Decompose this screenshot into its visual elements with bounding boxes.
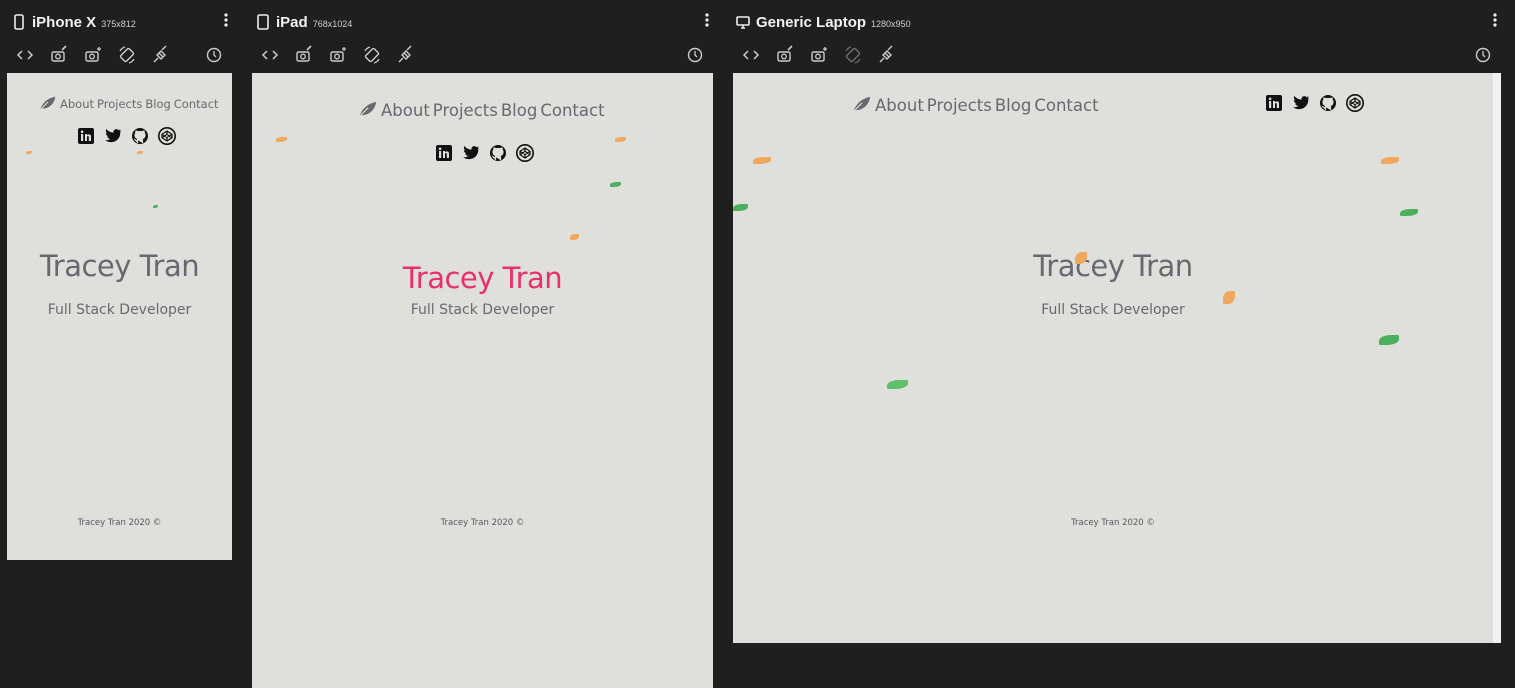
nav-contact[interactable]: Contact [174,97,219,111]
rotate-icon [843,45,863,65]
phone-icon [12,14,26,30]
social-links [77,127,185,145]
linkedin-icon[interactable] [435,144,453,162]
falling-leaf [753,157,771,164]
more-options-icon[interactable] [704,13,710,27]
falling-leaf [610,182,621,187]
site-footer: Tracey Tran 2020 © [1071,518,1155,528]
camera-edit-icon[interactable] [294,45,314,65]
nav-projects[interactable]: Projects [927,96,992,115]
social-links [1265,94,1373,112]
falling-leaf [1379,335,1399,345]
device-name: iPhone X [32,13,97,31]
tablet-icon [256,14,270,30]
rotate-icon[interactable] [117,45,137,65]
nav-about[interactable]: About [60,97,94,111]
linkedin-icon[interactable] [77,127,95,145]
code-icon[interactable] [741,45,761,65]
nav-blog[interactable]: Blog [995,96,1031,115]
device-panel-laptop: Generic Laptop 1280x950 About Projects B… [733,0,1505,688]
social-links [435,144,543,162]
device-header: iPhone X 375x812 [12,10,136,34]
nav-blog[interactable]: Blog [501,101,537,120]
hero-role: Full Stack Developer [1041,302,1185,318]
device-name: Generic Laptop [756,13,867,31]
falling-leaf [570,234,579,240]
nav-projects[interactable]: Projects [433,101,498,120]
site-nav: About Projects Blog Contact [356,100,608,120]
camera-edit-icon[interactable] [49,45,69,65]
falling-leaf [153,205,158,208]
falling-leaf [1381,157,1399,164]
nav-contact[interactable]: Contact [540,101,604,120]
device-size: 1280x950 [871,18,911,29]
device-viewport: About Projects Blog Contact Tracey Tran … [733,73,1501,643]
falling-leaf [137,151,143,154]
site-footer: Tracey Tran 2020 © [440,518,525,528]
device-header: Generic Laptop 1280x950 [736,10,911,34]
leaf-logo-icon[interactable] [850,95,872,115]
device-header: iPad 768x1024 [256,10,352,34]
nav-about[interactable]: About [875,96,924,115]
monitor-icon [736,14,750,30]
nav-blog[interactable]: Blog [145,97,170,111]
site-footer: Tracey Tran 2020 © [77,518,162,528]
hero-name: Tracey Tran [402,261,563,295]
refresh-icon[interactable] [1473,45,1493,65]
more-options-icon[interactable] [223,13,229,27]
hero-name: Tracey Tran [39,249,200,283]
codepen-icon[interactable] [158,127,176,145]
camera-plus-icon[interactable] [809,45,829,65]
twitter-icon[interactable] [1292,94,1310,112]
device-panel-ipad: iPad 768x1024 About Projects Blog Contac… [252,0,718,688]
twitter-icon[interactable] [104,127,122,145]
device-size: 768x1024 [312,18,353,29]
site-nav: About Projects Blog Contact [850,95,1102,115]
camera-plus-icon[interactable] [328,45,348,65]
nav-projects[interactable]: Projects [97,97,142,111]
leaf-logo-icon[interactable] [356,100,378,120]
site-nav: About Projects Blog Contact [37,95,222,113]
falling-leaf [276,137,287,142]
codepen-icon[interactable] [1346,94,1364,112]
linkedin-icon[interactable] [1265,94,1283,112]
falling-leaf [887,380,908,389]
codepen-icon[interactable] [516,144,534,162]
device-panel-iphone: iPhone X 375x812 About Projects Blog Con… [7,0,239,688]
twitter-icon[interactable] [462,144,480,162]
camera-plus-icon[interactable] [83,45,103,65]
github-icon[interactable] [489,144,507,162]
plug-icon[interactable] [151,45,171,65]
hero-name: Tracey Tran [1033,249,1193,283]
refresh-icon[interactable] [204,45,224,65]
nav-about[interactable]: About [381,101,430,120]
rotate-icon[interactable] [362,45,382,65]
refresh-icon[interactable] [685,45,705,65]
code-icon[interactable] [260,45,280,65]
falling-leaf [26,151,32,154]
hero-role: Full Stack Developer [47,302,192,318]
github-icon[interactable] [1319,94,1337,112]
plug-icon[interactable] [877,45,897,65]
device-name: iPad [276,13,308,31]
device-viewport: About Projects Blog Contact Tracey Tran … [7,73,232,560]
leaf-logo-icon[interactable] [37,95,57,113]
device-viewport: About Projects Blog Contact Tracey Tran … [252,73,713,688]
falling-leaf [733,204,748,211]
camera-edit-icon[interactable] [775,45,795,65]
code-icon[interactable] [15,45,35,65]
plug-icon[interactable] [396,45,416,65]
more-options-icon[interactable] [1492,13,1498,27]
nav-contact[interactable]: Contact [1034,96,1098,115]
falling-leaf [1400,209,1418,216]
device-size: 375x812 [101,18,136,29]
github-icon[interactable] [131,127,149,145]
hero-role: Full Stack Developer [410,302,555,318]
falling-leaf [615,137,626,142]
